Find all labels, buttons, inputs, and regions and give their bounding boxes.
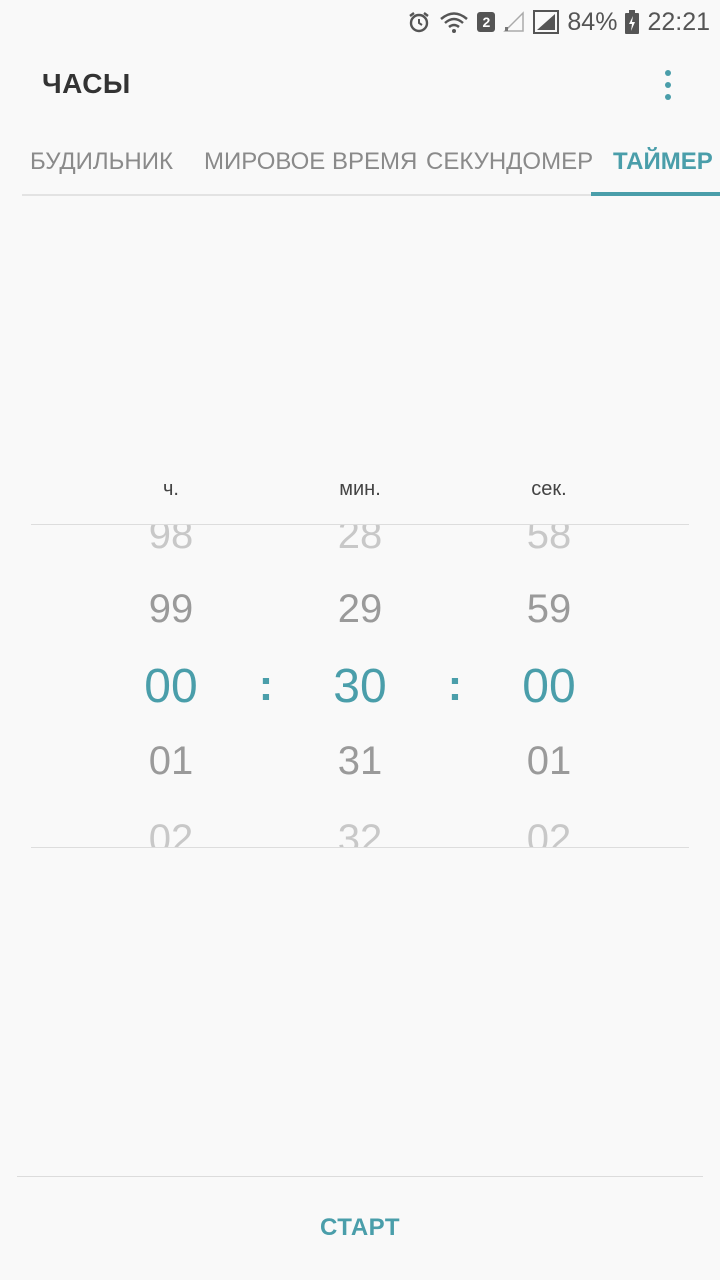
minutes-value[interactable]: 32	[300, 817, 420, 847]
status-time: 22:21	[647, 7, 710, 36]
minutes-selected-value[interactable]: 30	[300, 659, 420, 714]
battery-percent: 84%	[567, 7, 618, 36]
minutes-value[interactable]: 31	[300, 739, 420, 784]
sim-2-icon: 2	[477, 12, 496, 32]
tab-timer[interactable]: ТАЙМЕР	[613, 130, 713, 194]
minutes-label: мин.	[339, 478, 381, 500]
signal-empty-icon	[503, 11, 525, 33]
tab-world-clock[interactable]: МИРОВОЕ ВРЕМЯ	[204, 130, 417, 194]
minutes-value[interactable]: 28	[300, 525, 420, 558]
hours-label: ч.	[163, 478, 179, 500]
wifi-icon	[439, 10, 469, 34]
alarm-icon	[407, 10, 431, 34]
seconds-value[interactable]: 02	[489, 817, 609, 847]
timer-unit-labels: ч. мин. сек.	[0, 478, 720, 508]
hours-value[interactable]: 01	[111, 739, 231, 784]
start-button[interactable]: СТАРТ	[260, 1200, 460, 1256]
more-options-icon[interactable]	[656, 65, 680, 105]
hours-value[interactable]: 02	[111, 817, 231, 847]
battery-charging-icon	[625, 10, 640, 34]
seconds-value[interactable]: 59	[489, 587, 609, 632]
tab-bar: БУДИЛЬНИК МИРОВОЕ ВРЕМЯ СЕКУНДОМЕР ТАЙМЕ…	[22, 130, 720, 196]
tab-alarm[interactable]: БУДИЛЬНИК	[30, 130, 173, 194]
seconds-wheel[interactable]: 58 59 00 01 02	[489, 525, 609, 847]
hours-minutes-separator: :	[258, 661, 274, 710]
status-bar: 2 84% 22:21	[0, 0, 720, 44]
hours-wheel[interactable]: 98 99 00 01 02	[111, 525, 231, 847]
active-tab-indicator	[591, 192, 720, 196]
seconds-selected-value[interactable]: 00	[489, 659, 609, 714]
hours-selected-value[interactable]: 00	[111, 659, 231, 714]
hours-value[interactable]: 98	[111, 525, 231, 558]
minutes-value[interactable]: 29	[300, 587, 420, 632]
timer-picker: 98 99 00 01 02 : 28 29 30 31 32 : 58 59 …	[31, 524, 689, 848]
minutes-wheel[interactable]: 28 29 30 31 32	[300, 525, 420, 847]
app-bar: ЧАСЫ	[0, 55, 720, 115]
seconds-value[interactable]: 01	[489, 739, 609, 784]
app-title: ЧАСЫ	[42, 68, 131, 99]
seconds-label: сек.	[531, 478, 567, 500]
seconds-value[interactable]: 58	[489, 525, 609, 558]
tab-stopwatch[interactable]: СЕКУНДОМЕР	[426, 130, 593, 194]
minutes-seconds-separator: :	[447, 661, 463, 710]
signal-icon	[533, 10, 560, 34]
bottom-divider	[17, 1176, 703, 1177]
hours-value[interactable]: 99	[111, 587, 231, 632]
